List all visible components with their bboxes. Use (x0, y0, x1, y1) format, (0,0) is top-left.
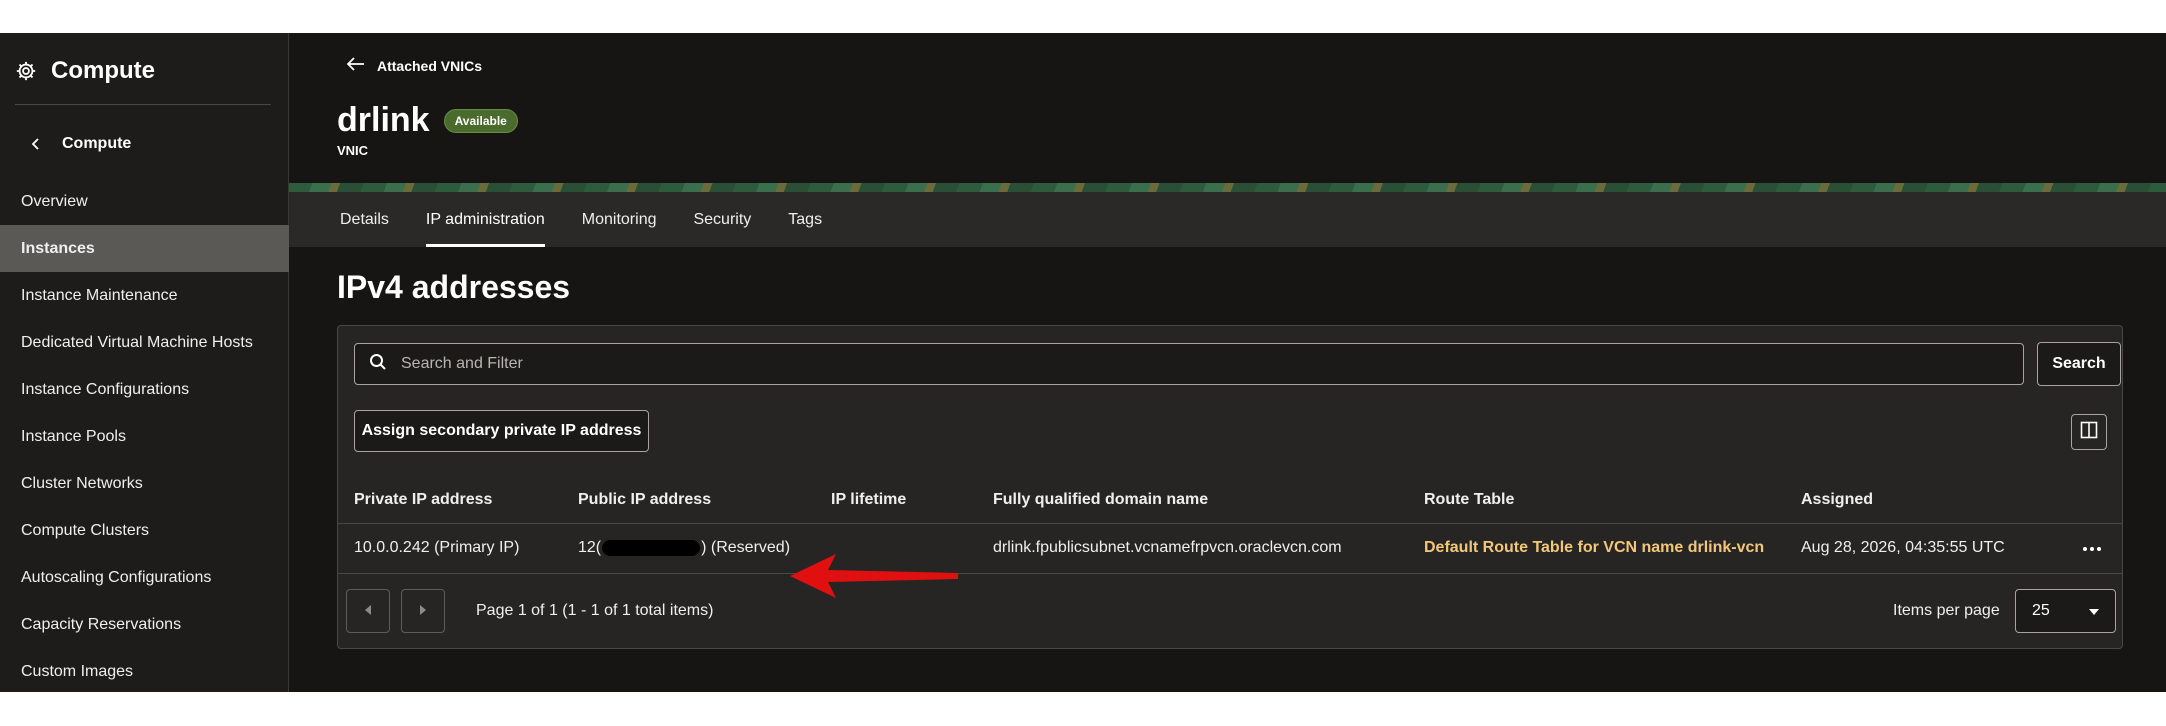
next-page-button[interactable] (401, 589, 445, 633)
sidebar-item-instance-pools[interactable]: Instance Pools (0, 413, 289, 460)
tab-details[interactable]: Details (340, 192, 389, 247)
pagination-summary: Page 1 of 1 (1 - 1 of 1 total items) (476, 602, 714, 619)
back-to-attached-vnics-link[interactable]: Attached VNICs (346, 57, 483, 74)
row-actions-button[interactable] (2078, 536, 2106, 560)
cell-public-ip: 12( ) (Reserved) (578, 539, 790, 557)
redaction-mark (602, 539, 701, 556)
annotation-arrow-icon (790, 554, 958, 598)
search-input[interactable] (401, 355, 1901, 373)
sidebar-divider (15, 104, 271, 105)
page-subtitle: VNIC (337, 143, 369, 158)
assign-secondary-ip-button[interactable]: Assign secondary private IP address (354, 410, 649, 452)
route-table-link[interactable]: Default Route Table for VCN name drlink-… (1424, 539, 1764, 557)
page-title: drlink (337, 101, 430, 139)
main-content: Attached VNICs drlink Available VNIC Det… (289, 33, 2166, 692)
sidebar-item-instance-maintenance[interactable]: Instance Maintenance (0, 272, 289, 319)
sidebar-back-label: Compute (62, 135, 132, 152)
public-ip-suffix: ) (Reserved) (701, 539, 791, 556)
search-button[interactable]: Search (2037, 342, 2121, 386)
tab-tags[interactable]: Tags (788, 192, 822, 247)
cell-fqdn: drlink.fpublicsubnet.vcnamefrpvcn.oracle… (993, 539, 1342, 556)
section-title: IPv4 addresses (337, 269, 571, 305)
table-header: Private IP address Public IP address IP … (338, 476, 2122, 524)
sidebar-header: Compute (15, 51, 155, 91)
back-link-label: Attached VNICs (377, 57, 483, 74)
column-header-fqdn[interactable]: Fully qualified domain name (993, 491, 1208, 509)
chevron-left-icon (30, 137, 44, 151)
sidebar-item-autoscaling-configurations[interactable]: Autoscaling Configurations (0, 554, 289, 601)
cell-private-ip: 10.0.0.242 (Primary IP) (354, 539, 520, 556)
tab-bar: Details IP administration Monitoring Sec… (340, 192, 822, 247)
column-header-assigned[interactable]: Assigned (1801, 491, 1873, 509)
items-per-page-select[interactable]: 25 (2015, 589, 2116, 633)
gear-icon (15, 60, 37, 82)
sidebar-item-custom-images[interactable]: Custom Images (0, 648, 289, 695)
caret-down-icon (2089, 602, 2099, 620)
sidebar-item-capacity-reservations[interactable]: Capacity Reservations (0, 601, 289, 648)
caret-right-icon (419, 602, 427, 620)
page-header: Attached VNICs drlink Available VNIC (289, 33, 2166, 183)
sidebar-item-cluster-networks[interactable]: Cluster Networks (0, 460, 289, 507)
tab-ip-administration[interactable]: IP administration (425, 192, 545, 247)
search-icon (369, 353, 387, 376)
column-header-private-ip[interactable]: Private IP address (354, 491, 492, 509)
oci-console: Compute Compute Overview Instances Insta… (0, 33, 2166, 692)
search-field[interactable] (354, 343, 2024, 385)
ipv4-table-panel: Search Assign secondary private IP addre… (337, 325, 2123, 649)
pagination: Page 1 of 1 (1 - 1 of 1 total items) Ite… (338, 574, 2122, 649)
title-row: drlink Available (337, 101, 518, 140)
tab-monitoring[interactable]: Monitoring (582, 192, 657, 247)
more-options-icon (2082, 539, 2102, 557)
sidebar-item-dedicated-vm-hosts[interactable]: Dedicated Virtual Machine Hosts (0, 319, 289, 366)
sidebar-item-compute-clusters[interactable]: Compute Clusters (0, 507, 289, 554)
tabs-area: Details IP administration Monitoring Sec… (289, 192, 2166, 692)
previous-page-button[interactable] (346, 589, 390, 633)
sidebar-item-instance-configurations[interactable]: Instance Configurations (0, 366, 289, 413)
items-per-page-label: Items per page (1893, 602, 2000, 619)
public-ip-prefix: 12( (578, 539, 602, 556)
columns-icon (2080, 421, 2098, 444)
tab-security[interactable]: Security (693, 192, 751, 247)
status-badge: Available (443, 108, 518, 133)
column-settings-button[interactable] (2071, 414, 2107, 450)
sidebar-title: Compute (51, 57, 155, 84)
cell-assigned: Aug 28, 2026, 04:35:55 UTC (1801, 539, 2005, 556)
caret-left-icon (364, 602, 372, 620)
sidebar-back-link[interactable]: Compute (30, 129, 131, 159)
column-header-ip-lifetime[interactable]: IP lifetime (831, 491, 906, 509)
table-row: 10.0.0.242 (Primary IP) 12() (Reserved) … (338, 524, 2122, 574)
sidebar-item-instances[interactable]: Instances (0, 225, 289, 272)
items-per-page-value: 25 (2032, 602, 2050, 619)
sidebar: Compute Compute Overview Instances Insta… (0, 33, 289, 692)
decorative-pattern-band (289, 183, 2166, 192)
arrow-left-icon (346, 57, 365, 74)
ipv4-section: IPv4 addresses Search Assign secondary p… (289, 247, 2166, 692)
sidebar-item-overview[interactable]: Overview (0, 178, 289, 225)
column-header-route-table[interactable]: Route Table (1424, 491, 1514, 509)
sidebar-menu: Overview Instances Instance Maintenance … (0, 178, 289, 695)
column-header-public-ip[interactable]: Public IP address (578, 491, 711, 509)
